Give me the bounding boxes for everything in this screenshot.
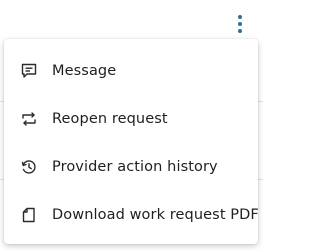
repeat-icon	[20, 110, 38, 128]
menu-item-label: Download work request PDF	[52, 207, 259, 223]
actions-menu: Message Reopen request Provider action h…	[4, 39, 259, 244]
vertical-ellipsis-dot	[238, 29, 242, 33]
menu-item-label: Message	[52, 63, 117, 79]
menu-item-message[interactable]: Message	[4, 47, 258, 95]
message-icon	[20, 62, 38, 80]
menu-item-label: Reopen request	[52, 111, 168, 127]
history-icon	[20, 158, 38, 176]
menu-item-label: Provider action history	[52, 159, 218, 175]
more-options-button[interactable]	[232, 13, 248, 35]
vertical-ellipsis-dot	[238, 22, 242, 26]
menu-item-provider-action-history[interactable]: Provider action history	[4, 143, 258, 191]
document-icon	[20, 206, 38, 224]
menu-item-download-work-request-pdf[interactable]: Download work request PDF	[4, 191, 259, 239]
menu-item-reopen-request[interactable]: Reopen request	[4, 95, 258, 143]
vertical-ellipsis-icon	[238, 15, 242, 19]
